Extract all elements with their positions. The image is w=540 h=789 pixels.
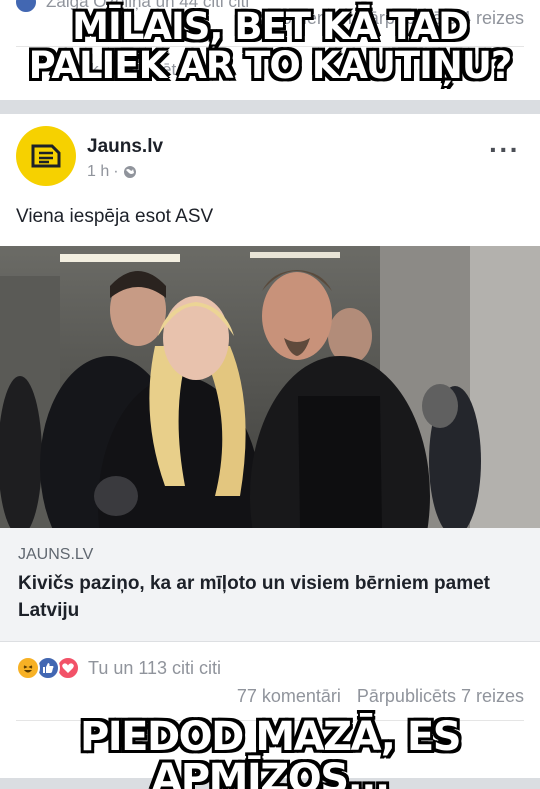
feed-post: Jauns.lv 1 h · ··· Viena iespēja esot AS…: [0, 114, 540, 778]
comments-count[interactable]: 77 komentāri: [237, 686, 341, 707]
meme-top-caption: MĪLAIS, BET KĀ TAD PALIEK AR TO KAUTIŅU?: [0, 5, 540, 87]
shares-count[interactable]: Pārpublicēts 7 reizes: [357, 686, 524, 707]
reactions-summary[interactable]: Tu un 113 citi citi: [16, 656, 221, 680]
jauns-logo-icon: [31, 144, 61, 168]
post-text: Viena iespēja esot ASV: [16, 206, 214, 227]
meta-separator: ·: [113, 163, 119, 180]
post-meta: 1 h ·: [87, 163, 137, 181]
meme-top-line-2: PALIEK AR TO KAUTIŅU?: [28, 43, 513, 87]
link-title[interactable]: Kivičs paziņo, ka ar mīļoto un visiem bē…: [18, 570, 528, 624]
meme-bottom-caption: PIEDOD MAZĀ, ES APMĪZOS...: [79, 714, 462, 789]
reactions-text: Tu un 113 citi citi: [88, 657, 222, 678]
page-name[interactable]: Jauns.lv: [87, 136, 163, 158]
globe-icon: [123, 166, 136, 178]
more-options-button[interactable]: ···: [489, 136, 520, 164]
haha-icon: [16, 656, 40, 680]
post-time[interactable]: 1 h: [87, 163, 109, 181]
link-preview-image[interactable]: [0, 246, 540, 528]
link-preview-card[interactable]: JAUNS.LV Kivičs paziņo, ka ar mīļoto un …: [0, 528, 540, 642]
link-domain: JAUNS.LV: [18, 546, 94, 563]
meme-top-line-1: MĪLAIS, BET KĀ TAD: [72, 5, 469, 48]
post-stats: 77 komentāri Pārpublicēts 7 reizes: [237, 686, 524, 707]
page-avatar[interactable]: [16, 126, 76, 186]
couple-photo: [0, 246, 540, 528]
